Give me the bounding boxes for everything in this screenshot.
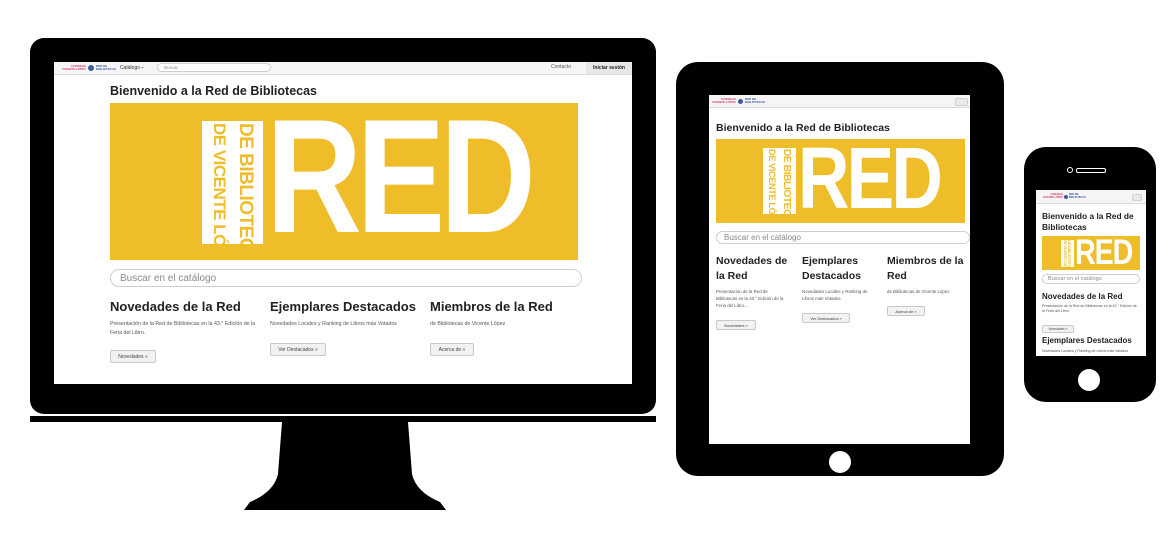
- tablet-section-text-novedades: Presentación de la Red de Bibliotecas en …: [716, 289, 784, 308]
- monitor-screen: CONSEJO VICENTE LÓPEZ RED DE BIBLIOTECAS C…: [54, 62, 632, 384]
- phone-hero-banner: DE BIBLIOTECAS DE VICENTE LÓPEZ RED: [1042, 236, 1140, 270]
- phone-site-logo[interactable]: CONSEJO VICENTE LÓPEZ RED DE BIBLIOTECAS: [1043, 193, 1086, 200]
- tablet-catalog-search-input[interactable]: Buscar en el catálogo: [716, 231, 970, 244]
- phone-home-button[interactable]: [1078, 369, 1100, 391]
- tablet-banner-big-word: RED: [798, 139, 943, 223]
- phone-hamburger-icon[interactable]: [1132, 194, 1142, 201]
- login-label: Iniciar sesión: [593, 65, 625, 71]
- hero-banner: DE BIBLIOTECAS DE VICENTE LÓPEZ RED: [110, 103, 578, 260]
- tablet-section-title-destacados: Ejemplares Destacados: [802, 255, 861, 282]
- tablet-novedades-button[interactable]: Novedades »: [716, 320, 756, 330]
- phone-page-title: Bienvenido a la Red de Bibliotecas: [1042, 211, 1134, 232]
- navbar-search-input[interactable]: Buscar: [157, 63, 271, 72]
- tablet-destacados-button[interactable]: Ver Destacados »: [802, 313, 850, 323]
- tablet-acerca-button[interactable]: Acerca de »: [887, 306, 925, 316]
- phone-logo-text-left: CONSEJO VICENTE LÓPEZ: [1043, 192, 1063, 199]
- banner-big-word: RED: [266, 103, 536, 260]
- logo-emblem-icon: [87, 65, 94, 71]
- login-link[interactable]: Iniciar sesión: [586, 62, 632, 74]
- catalog-search-placeholder: Buscar en el catálogo: [120, 272, 217, 284]
- monitor-chin-line: [30, 414, 656, 422]
- destacados-button[interactable]: Ver Destacados »: [270, 343, 326, 356]
- phone-section-text-destacados: Novedades Locales y Ranking de Libros má…: [1042, 349, 1129, 353]
- tablet-logo-emblem-icon: [737, 98, 743, 104]
- tablet-navbar: CONSEJO VICENTE LÓPEZ RED DE BIBLIOTECAS: [709, 95, 970, 108]
- tablet-hero-banner: DE BIBLIOTECAS DE VICENTE LÓPEZ RED: [716, 139, 965, 223]
- phone-navbar: CONSEJO VICENTE LÓPEZ RED DE BIBLIOTECAS: [1036, 190, 1146, 204]
- logo-text-right: RED DE BIBLIOTECAS: [95, 63, 117, 71]
- tablet-catalog-search-placeholder: Buscar en el catálogo: [724, 233, 801, 242]
- contact-link[interactable]: Contacto: [551, 64, 571, 71]
- phone-catalog-search-placeholder: Buscar en el catálogo: [1048, 276, 1102, 282]
- tablet-banner-subtitle-1: DE BIBLIOTECAS: [781, 149, 792, 223]
- monitor-stand: [244, 414, 446, 510]
- banner-subtitle-2: DE VICENTE LÓPEZ: [210, 123, 229, 260]
- section-text-miembros: de Bibliotecas de Vicente López: [430, 321, 506, 327]
- phone-banner-subtitle-1: DE BIBLIOTECAS: [1067, 240, 1072, 270]
- phone-camera: [1067, 167, 1073, 173]
- phone-catalog-search-input[interactable]: Buscar en el catálogo: [1042, 274, 1140, 284]
- navbar: CONSEJO VICENTE LÓPEZ RED DE BIBLIOTECAS C…: [54, 62, 632, 75]
- phone-novedades-button[interactable]: Novedades »: [1042, 325, 1074, 333]
- section-title-novedades: Novedades de la Red: [110, 299, 241, 314]
- hamburger-icon[interactable]: [955, 98, 968, 106]
- logo-text-left: CONSEJO VICENTE LÓPEZ: [62, 63, 86, 71]
- page-title: Bienvenido a la Red de Bibliotecas: [110, 84, 318, 98]
- tablet-logo-text-left: CONSEJO VICENTE LÓPEZ: [712, 96, 736, 104]
- catalog-search-input[interactable]: Buscar en el catálogo: [110, 269, 582, 287]
- tablet-logo-text-right: RED DE BIBLIOTECAS: [744, 96, 766, 104]
- catalog-menu[interactable]: Catálogo ▾: [120, 64, 143, 72]
- section-title-destacados: Ejemplares Destacados: [270, 299, 416, 314]
- tablet-section-title-miembros: Miembros de la Red: [887, 255, 964, 282]
- phone-section-text-novedades: Presentación de la Red de Bibliotecas en…: [1042, 304, 1137, 314]
- phone-banner-big-word: RED: [1075, 236, 1133, 270]
- tablet-home-button[interactable]: [829, 451, 851, 473]
- chevron-down-icon: ▾: [141, 65, 144, 70]
- novedades-button[interactable]: Novedades »: [110, 350, 156, 363]
- phone-section-title-destacados: Ejemplares Destacados: [1042, 336, 1132, 345]
- section-title-miembros: Miembros de la Red: [430, 299, 553, 314]
- section-text-novedades: Presentación de la Red de Bibliotecas en…: [110, 321, 256, 336]
- site-logo[interactable]: CONSEJO VICENTE LÓPEZ RED DE BIBLIOTECAS: [62, 64, 116, 72]
- phone-screen: CONSEJO VICENTE LÓPEZ RED DE BIBLIOTECAS B…: [1036, 190, 1146, 356]
- phone-section-title-novedades: Novedades de la Red: [1042, 292, 1123, 301]
- navbar-search-placeholder: Buscar: [164, 65, 179, 70]
- acerca-button[interactable]: Acerca de »: [430, 343, 474, 356]
- phone-speaker: [1076, 168, 1106, 173]
- phone-logo-text-right: RED DE BIBLIOTECAS: [1068, 192, 1086, 199]
- tablet-section-text-miembros: de Bibliotecas de Vicente López: [887, 289, 950, 294]
- phone-banner-subtitle-2: DE VICENTE LÓPEZ: [1063, 240, 1067, 270]
- phone-logo-emblem-icon: [1063, 194, 1068, 199]
- tablet-section-text-destacados: Novedades Locales y Ranking de Libros más…: [802, 289, 868, 301]
- tablet-section-title-novedades: Novedades de la Red: [716, 255, 788, 282]
- tablet-banner-subtitle-2: DE VICENTE LÓPEZ: [767, 149, 777, 223]
- section-text-destacados: Novedades Locales y Ranking de Libros má…: [270, 321, 397, 327]
- catalog-label: Catálogo: [120, 65, 141, 71]
- banner-subtitle-1: DE BIBLIOTECAS: [235, 123, 256, 260]
- tablet-site-logo[interactable]: CONSEJO VICENTE LÓPEZ RED DE BIBLIOTECAS: [712, 97, 765, 105]
- tablet-screen: CONSEJO VICENTE LÓPEZ RED DE BIBLIOTECAS B…: [709, 95, 970, 444]
- tablet-page-title: Bienvenido a la Red de Bibliotecas: [716, 122, 890, 134]
